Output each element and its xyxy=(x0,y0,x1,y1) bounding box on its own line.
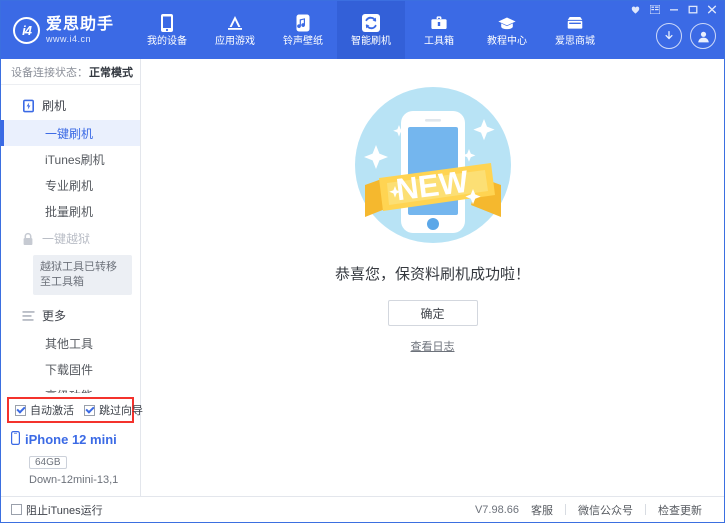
checkbox-box-icon xyxy=(15,405,26,416)
brand-text: 爱思助手 www.i4.cn xyxy=(46,16,114,45)
sidebar-item-other-tools[interactable]: 其他工具 xyxy=(1,330,140,356)
brand-url: www.i4.cn xyxy=(46,34,114,45)
device-connection-status-label: 设备连接状态： xyxy=(11,64,88,80)
music-icon xyxy=(293,13,313,33)
window-controls xyxy=(628,4,719,15)
menu-icon[interactable] xyxy=(647,4,662,15)
nav-tab-label: 爱思商城 xyxy=(555,36,595,48)
sidebar-item-label: iTunes刷机 xyxy=(45,151,105,168)
nav-tab-toolbox[interactable]: 工具箱 xyxy=(405,1,473,59)
nav-tab-apps-games[interactable]: 应用游戏 xyxy=(201,1,269,59)
sidebar-item-label: 其他工具 xyxy=(45,335,93,352)
device-connection-status: 设备连接状态：正常模式 xyxy=(1,59,140,85)
download-icon[interactable] xyxy=(656,23,682,49)
jailbreak-moved-tip: 越狱工具已转移至工具箱 xyxy=(33,255,132,295)
nav-tab-my-device[interactable]: 我的设备 xyxy=(133,1,201,59)
close-icon[interactable] xyxy=(704,4,719,15)
sidebar-section-label: 刷机 xyxy=(42,97,66,114)
brand-name: 爱思助手 xyxy=(46,16,114,34)
view-log-link[interactable]: 查看日志 xyxy=(411,338,455,354)
sidebar-item-label: 高级功能 xyxy=(45,387,93,394)
new-badge-phone-illustration: NEW xyxy=(343,81,523,249)
sidebar-item-batch-flash[interactable]: 批量刷机 xyxy=(1,198,140,224)
sidebar: 设备连接状态：正常模式 刷机 一键刷机 iTunes刷机 专业刷机 xyxy=(1,59,141,496)
sidebar-item-one-key-flash[interactable]: 一键刷机 xyxy=(1,120,140,146)
phone-icon xyxy=(157,13,177,33)
checkbox-auto-activate[interactable]: 自动激活 xyxy=(15,402,74,418)
user-avatar-icon[interactable] xyxy=(690,23,716,49)
app-version: V7.98.66 xyxy=(475,504,519,516)
nav-tab-label: 我的设备 xyxy=(147,36,187,48)
maximize-icon[interactable] xyxy=(685,4,700,15)
lock-icon xyxy=(21,232,35,246)
device-capacity-badge: 64GB xyxy=(29,456,67,469)
flash-options-highlight: 自动激活 跳过向导 xyxy=(7,397,134,423)
checkbox-box-icon xyxy=(11,504,22,515)
nav-tab-label: 工具箱 xyxy=(424,36,454,48)
brand-mark-icon: i4 xyxy=(13,17,40,44)
sidebar-item-label: 一键刷机 xyxy=(45,125,93,142)
checkbox-label: 跳过向导 xyxy=(99,402,143,418)
status-bar: 阻止iTunes运行 V7.98.66 客服 微信公众号 检查更新 xyxy=(1,496,724,522)
nav-tab-store[interactable]: 爱思商城 xyxy=(541,1,609,59)
sidebar-section-more[interactable]: 更多 xyxy=(1,301,140,330)
checkbox-skip-wizard[interactable]: 跳过向导 xyxy=(84,402,143,418)
graduation-cap-icon xyxy=(497,13,517,33)
main-content: NEW 恭喜您，保资料刷机成功啦！ 确定 查看日志 xyxy=(141,59,724,496)
sidebar-section-label: 更多 xyxy=(42,307,66,324)
checkbox-box-icon xyxy=(84,405,95,416)
refresh-icon xyxy=(361,13,381,33)
appstore-icon xyxy=(225,13,245,33)
sidebar-item-label: 下载固件 xyxy=(45,361,93,378)
sidebar-section-flash[interactable]: 刷机 xyxy=(1,91,140,120)
nav-tab-smart-flash[interactable]: 智能刷机 xyxy=(337,1,405,59)
sidebar-section-label: 一键越狱 xyxy=(42,230,90,247)
nav-tab-label: 教程中心 xyxy=(487,36,527,48)
device-name-row: iPhone 12 mini xyxy=(11,431,140,448)
device-name: iPhone 12 mini xyxy=(25,432,117,447)
footer-link-support[interactable]: 客服 xyxy=(519,502,565,518)
device-connection-status-value: 正常模式 xyxy=(89,64,133,80)
confirm-button[interactable]: 确定 xyxy=(388,300,478,326)
sidebar-nav: 刷机 一键刷机 iTunes刷机 专业刷机 批量刷机 xyxy=(1,85,140,393)
footer-link-wechat[interactable]: 微信公众号 xyxy=(566,502,645,518)
nav-tab-label: 智能刷机 xyxy=(351,36,391,48)
device-identifier: Down-12mini-13,1 xyxy=(29,474,140,486)
sidebar-item-label: 批量刷机 xyxy=(45,203,93,220)
nav-tab-label: 应用游戏 xyxy=(215,36,255,48)
app-header: i4 爱思助手 www.i4.cn 我的设备 应用游戏 xyxy=(1,1,724,59)
nav-tab-tutorial-center[interactable]: 教程中心 xyxy=(473,1,541,59)
success-message: 恭喜您，保资料刷机成功啦！ xyxy=(335,263,530,284)
header-actions xyxy=(656,23,716,49)
sidebar-item-label: 专业刷机 xyxy=(45,177,93,194)
gift-icon[interactable] xyxy=(628,4,643,15)
checkbox-block-itunes[interactable]: 阻止iTunes运行 xyxy=(11,502,103,518)
list-icon xyxy=(21,309,35,323)
sidebar-item-download-firmware[interactable]: 下载固件 xyxy=(1,356,140,382)
device-flash-icon xyxy=(21,99,35,113)
app-logo: i4 爱思助手 www.i4.cn xyxy=(1,1,133,59)
phone-icon xyxy=(11,431,20,448)
sidebar-item-itunes-flash[interactable]: iTunes刷机 xyxy=(1,146,140,172)
status-bar-right: V7.98.66 客服 微信公众号 检查更新 xyxy=(475,502,714,518)
checkbox-label: 阻止iTunes运行 xyxy=(26,502,103,518)
store-icon xyxy=(565,13,585,33)
minimize-icon[interactable] xyxy=(666,4,681,15)
toolbox-icon xyxy=(429,13,449,33)
footer-link-check-update[interactable]: 检查更新 xyxy=(646,502,714,518)
app-window: i4 爱思助手 www.i4.cn 我的设备 应用游戏 xyxy=(0,0,725,523)
nav-tab-label: 铃声壁纸 xyxy=(283,36,323,48)
connected-device-info[interactable]: iPhone 12 mini 64GB Down-12mini-13,1 xyxy=(1,425,140,496)
checkbox-label: 自动激活 xyxy=(30,402,74,418)
sidebar-item-advanced-features[interactable]: 高级功能 xyxy=(1,382,140,393)
sidebar-section-jailbreak: 一键越狱 xyxy=(1,224,140,253)
sidebar-item-pro-flash[interactable]: 专业刷机 xyxy=(1,172,140,198)
app-body: 设备连接状态：正常模式 刷机 一键刷机 iTunes刷机 专业刷机 xyxy=(1,59,724,496)
nav-tab-ringtones-wallpapers[interactable]: 铃声壁纸 xyxy=(269,1,337,59)
